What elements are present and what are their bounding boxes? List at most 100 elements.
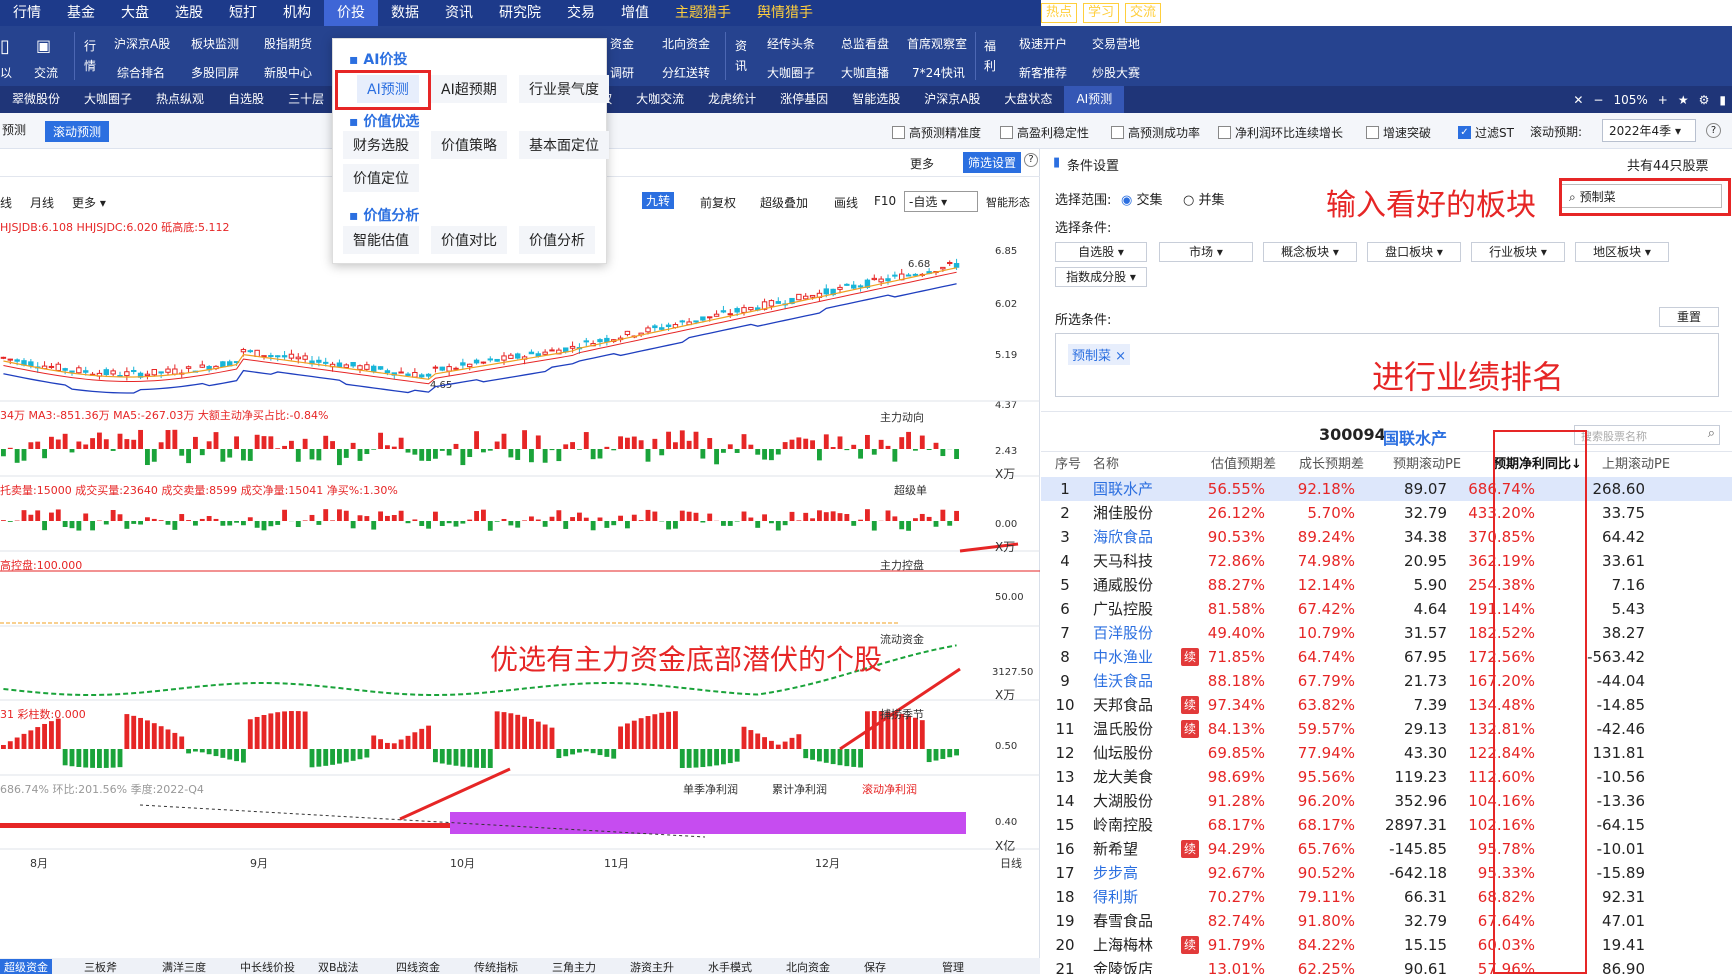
scope-and-radio[interactable]: ◉ 交集 bbox=[1121, 189, 1163, 208]
help-icon[interactable]: ? bbox=[1706, 123, 1721, 138]
select-industry[interactable]: 行业板块 ▾ bbox=[1471, 242, 1565, 262]
indicator-tab[interactable]: 水手模式 bbox=[708, 959, 752, 974]
toolbar-item[interactable]: 分红送转 bbox=[662, 64, 710, 81]
tab-item[interactable]: 智能选股 bbox=[840, 86, 912, 113]
toolbar-item[interactable]: 新股中心 bbox=[264, 64, 312, 81]
menu-value-analysis[interactable]: 价值分析 bbox=[519, 226, 595, 254]
minimize-icon[interactable]: − bbox=[1279, 5, 1301, 21]
tab-item[interactable]: 三十层 bbox=[276, 86, 336, 113]
table-row[interactable]: 21 金陵饭店 13.01% 62.25% 90.61 57.96% 86.90 bbox=[1041, 957, 1732, 974]
toolbar-item[interactable]: 调研 bbox=[610, 64, 634, 81]
top-exchange-button[interactable]: 交流 bbox=[1125, 3, 1162, 23]
check-success[interactable]: 高预测成功率 bbox=[1111, 124, 1200, 141]
toolbar-item[interactable]: 极速开户 bbox=[1019, 35, 1067, 52]
checkbox[interactable] bbox=[1218, 126, 1231, 139]
toolbar-item[interactable]: 北向资金 bbox=[662, 35, 710, 52]
menu-item[interactable]: 机构 bbox=[270, 0, 324, 26]
menu-financial-select[interactable]: 财务选股 bbox=[343, 131, 419, 159]
table-row[interactable]: 5 通威股份 88.27% 12.14% 5.90 254.38% 7.16 bbox=[1041, 573, 1732, 597]
tab-prediction[interactable]: 预测 bbox=[2, 121, 26, 138]
menu-item[interactable]: 研究院 bbox=[486, 0, 554, 26]
tab-item[interactable]: 大盘状态 bbox=[992, 86, 1064, 113]
table-row[interactable]: 20 上海梅林 91.79% 84.22% 15.15 60.03% 19.41 续 bbox=[1041, 933, 1732, 957]
indicator-tab[interactable]: 超级资金 bbox=[0, 959, 52, 974]
collapse-icon[interactable]: ⌃ bbox=[1251, 5, 1273, 21]
table-row[interactable]: 4 天马科技 72.86% 74.98% 20.95 362.19% 33.61 bbox=[1041, 549, 1732, 573]
toolbar-item[interactable]: 多股同屏 bbox=[191, 64, 239, 81]
tab-item[interactable]: 大咖交流 bbox=[624, 86, 696, 113]
select-concept[interactable]: 概念板块 ▾ bbox=[1263, 242, 1357, 262]
select-handicap[interactable]: 盘口板块 ▾ bbox=[1367, 242, 1461, 262]
close-icon[interactable]: ✕ bbox=[1335, 5, 1357, 21]
tab-item[interactable]: 沪深京A股 bbox=[912, 86, 992, 113]
menu-item[interactable]: 选股 bbox=[162, 0, 216, 26]
table-row[interactable]: 11 温氏股份 84.13% 59.57% 29.13 132.81% -42.46 续 bbox=[1041, 717, 1732, 741]
close-tab-icon[interactable]: ✕ bbox=[1573, 93, 1583, 107]
menu-item[interactable]: 资讯 bbox=[432, 0, 486, 26]
menu-item[interactable]: 主题猎手 bbox=[662, 0, 744, 26]
gear-icon[interactable]: ⚙ bbox=[1195, 5, 1217, 21]
check-filter-st[interactable]: ✓ 过滤ST bbox=[1458, 124, 1514, 141]
select-market[interactable]: 市场 ▾ bbox=[1159, 242, 1253, 262]
restore-icon[interactable]: ❐ bbox=[1307, 5, 1329, 21]
column-header[interactable]: 预期滚动PE bbox=[1393, 453, 1461, 477]
table-row[interactable]: 16 新希望 94.29% 65.76% -145.85 95.78% -10.01 续 bbox=[1041, 837, 1732, 861]
toolbar-chat-label[interactable]: 交流 bbox=[34, 64, 58, 81]
reset-button[interactable]: 重置 bbox=[1659, 307, 1719, 327]
table-row[interactable]: 2 湘佳股份 26.12% 5.70% 32.79 433.20% 33.75 bbox=[1041, 501, 1732, 525]
tab-item[interactable]: 翠微股份 bbox=[0, 86, 72, 113]
table-row[interactable]: 17 步步高 92.67% 90.52% -642.18 95.33% -15.89 bbox=[1041, 861, 1732, 885]
toolbar-item[interactable]: 7*24快讯 bbox=[912, 64, 965, 81]
toolbar-left-1[interactable]: 以 bbox=[0, 64, 12, 81]
select-watchlist[interactable]: 自选股 ▾ bbox=[1055, 242, 1147, 262]
table-row[interactable]: 7 百洋股份 49.40% 10.79% 31.57 182.52% 38.27 bbox=[1041, 621, 1732, 645]
toolbar-item[interactable]: 资金 bbox=[610, 35, 634, 52]
tab-rolling-prediction[interactable]: 滚动预测 bbox=[45, 121, 110, 142]
search-icon[interactable]: ⌕ bbox=[1708, 426, 1715, 441]
toolbar-item[interactable]: 交易营地 bbox=[1092, 35, 1140, 52]
menu-item[interactable]: 交易 bbox=[554, 0, 608, 26]
tab-item[interactable]: 热点纵观 bbox=[144, 86, 216, 113]
indicator-tab[interactable]: 传统指标 bbox=[474, 959, 518, 974]
table-row[interactable]: 12 仙坛股份 69.85% 77.94% 43.30 122.84% 131.81 bbox=[1041, 741, 1732, 765]
checkbox[interactable] bbox=[1366, 126, 1379, 139]
menu-value-strategy[interactable]: 价值策略 bbox=[431, 131, 507, 159]
table-row[interactable]: 18 得利斯 70.27% 79.11% 66.31 68.82% 92.31 bbox=[1041, 885, 1732, 909]
toolbar-item[interactable]: 总监看盘 bbox=[841, 35, 889, 52]
toolbar-item[interactable]: 沪深京A股 bbox=[114, 35, 170, 52]
minus-icon[interactable]: − bbox=[1593, 93, 1603, 107]
menu-item[interactable]: 基金 bbox=[54, 0, 108, 26]
menu-item[interactable]: 短打 bbox=[216, 0, 270, 26]
tab-item[interactable]: 涨停基因 bbox=[768, 86, 840, 113]
menu-smart-valuation[interactable]: 智能估值 bbox=[343, 226, 419, 254]
menu-item[interactable]: 数据 bbox=[378, 0, 432, 26]
rolling-profit-button[interactable]: 滚动净利润 bbox=[862, 781, 917, 797]
indicator-tab[interactable]: 北向资金 bbox=[786, 959, 830, 974]
menu-item[interactable]: 行情 bbox=[0, 0, 54, 26]
menu-item[interactable]: 舆情猎手 bbox=[744, 0, 826, 26]
indicator-tab[interactable]: 游资主升 bbox=[630, 959, 674, 974]
menu-fundamental[interactable]: 基本面定位 bbox=[519, 131, 609, 159]
column-header[interactable]: 序号 bbox=[1055, 453, 1081, 477]
checkbox[interactable] bbox=[1111, 126, 1124, 139]
indicator-tab[interactable]: 四线资金 bbox=[396, 959, 440, 974]
condition-tag[interactable]: 预制菜 × bbox=[1068, 344, 1131, 365]
check-precision[interactable]: 高预测精准度 bbox=[892, 124, 981, 141]
shrink-icon[interactable]: ⤡ bbox=[1223, 5, 1245, 21]
menu-industry-boom[interactable]: 行业景气度 bbox=[519, 75, 609, 103]
star-icon[interactable]: ★ bbox=[1678, 93, 1689, 107]
table-row[interactable]: 19 春雪食品 82.74% 91.80% 32.79 67.64% 47.01 bbox=[1041, 909, 1732, 933]
plus-icon[interactable]: + bbox=[1658, 93, 1668, 107]
checkbox-checked[interactable]: ✓ bbox=[1458, 126, 1471, 139]
indicator-tab[interactable]: 保存 bbox=[864, 959, 886, 974]
check-stability[interactable]: 高盈利稳定性 bbox=[1000, 124, 1089, 141]
user-icon[interactable]: ☺ bbox=[1167, 5, 1189, 21]
indicator-tab[interactable]: 管理 bbox=[942, 959, 964, 974]
column-header[interactable]: 名称 bbox=[1093, 453, 1119, 477]
check-breakthrough[interactable]: 增速突破 bbox=[1366, 124, 1431, 141]
gear-icon[interactable]: ⚙ bbox=[1699, 93, 1710, 107]
table-row[interactable]: 14 大湖股份 91.28% 96.20% 352.96 104.16% -13.36 bbox=[1041, 789, 1732, 813]
column-header[interactable]: 估值预期差 bbox=[1211, 453, 1276, 477]
radio-icon[interactable]: ○ bbox=[1183, 193, 1194, 208]
checkbox[interactable] bbox=[892, 126, 905, 139]
